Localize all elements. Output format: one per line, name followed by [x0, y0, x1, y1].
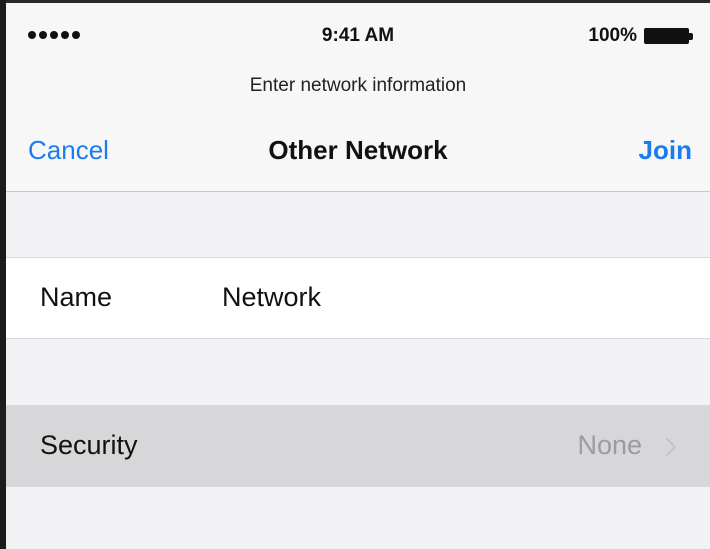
join-button[interactable]: Join	[639, 135, 692, 166]
battery-tip	[689, 33, 693, 40]
battery-icon	[644, 28, 689, 44]
cancel-button[interactable]: Cancel	[28, 135, 109, 166]
battery-percentage: 100%	[588, 25, 637, 46]
security-label: Security	[40, 430, 138, 460]
name-label: Name	[40, 282, 113, 312]
status-bar: 9:41 AM 100%	[6, 3, 710, 63]
page-title: Other Network	[268, 135, 448, 165]
name-row[interactable]: Name	[6, 257, 710, 339]
security-row[interactable]: Security None	[6, 405, 710, 487]
prompt-text: Enter network information	[6, 63, 710, 109]
chevron-right-icon	[665, 437, 677, 457]
security-value: None	[577, 430, 642, 460]
other-network-screen: 9:41 AM 100% Enter network information C…	[0, 0, 710, 549]
network-name-field[interactable]	[222, 278, 682, 316]
navigation-bar: Cancel Other Network Join	[6, 109, 710, 192]
